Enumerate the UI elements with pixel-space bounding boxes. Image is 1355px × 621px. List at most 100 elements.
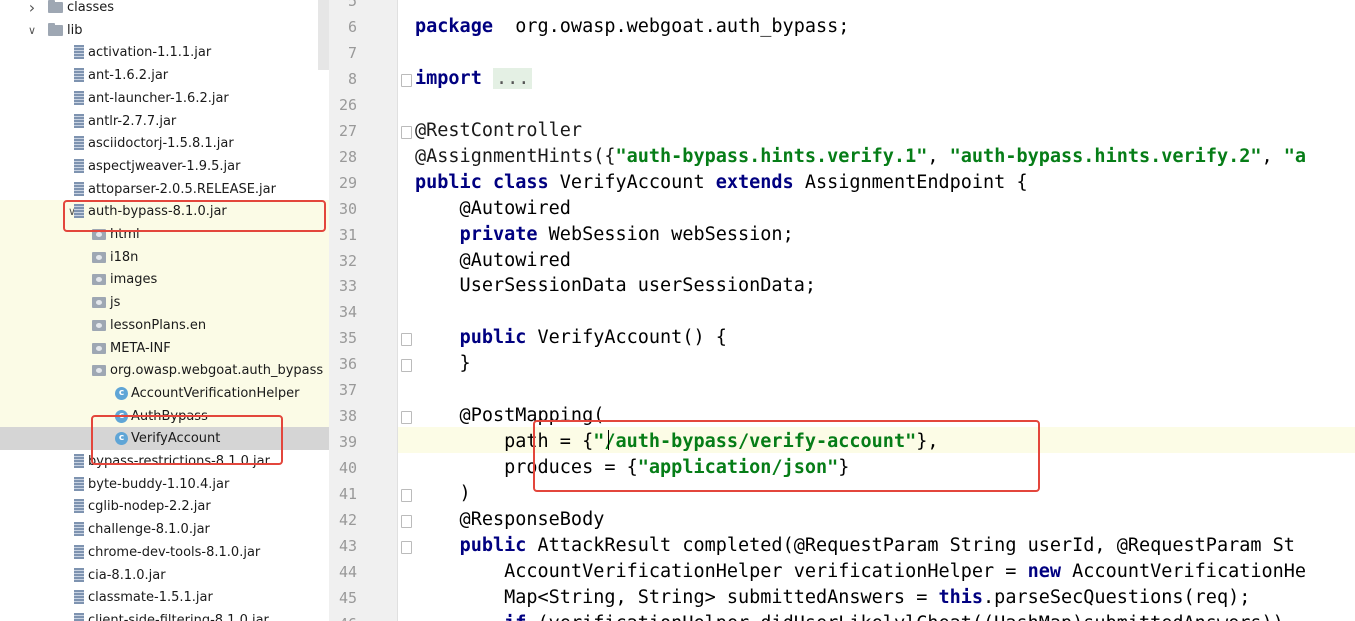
line-number: 40	[338, 459, 357, 478]
code-line[interactable]: public VerifyAccount() {	[415, 325, 727, 351]
code-token: @ResponseBody	[415, 509, 605, 530]
tree-item-label: challenge-8.1.0.jar	[88, 522, 210, 538]
tree-item[interactable]: ›js	[0, 291, 329, 315]
jar-icon	[74, 476, 84, 491]
highlight-box-path	[533, 420, 1040, 492]
line-number: 43	[338, 536, 357, 555]
fold-marker-icon[interactable]	[401, 125, 412, 139]
line-number: 7	[347, 43, 357, 62]
tree-item[interactable]: antlr-2.7.7.jar	[0, 110, 329, 133]
line-number: 39	[338, 433, 357, 452]
tree-item[interactable]: activation-1.1.1.jar	[0, 41, 329, 64]
code-token: }	[415, 353, 471, 375]
tree-item-label: js	[110, 295, 121, 311]
tree-item-label: byte-buddy-1.10.4.jar	[88, 476, 230, 492]
tree-item[interactable]: ∨ lib	[0, 19, 329, 42]
tree-item[interactable]: attoparser-2.0.5.RELEASE.jar	[0, 178, 329, 201]
tree-item-label: META-INF	[110, 340, 171, 356]
tree-item[interactable]: ∨org.owasp.webgoat.auth_bypass	[0, 359, 329, 383]
tree-item[interactable]: ›lessonPlans.en	[0, 313, 329, 337]
package-icon	[92, 274, 106, 286]
tree-item-label: chrome-dev-tools-8.1.0.jar	[88, 544, 261, 560]
code-line[interactable]: public AttackResult completed(@RequestPa…	[415, 533, 1295, 559]
tree-item[interactable]: c AccountVerificationHelper	[0, 381, 329, 405]
code-line[interactable]: import ...	[415, 66, 533, 92]
line-number: 42	[338, 511, 357, 529]
tree-item-label: lessonPlans.en	[110, 317, 207, 333]
code-line[interactable]: public class VerifyAccount extends Assig…	[415, 170, 1028, 196]
code-line[interactable]: @RestController	[415, 118, 582, 144]
fold-marker-icon[interactable]	[401, 359, 412, 373]
tree-item-label: classes	[67, 0, 115, 15]
tree-item[interactable]: ›i18n	[0, 245, 329, 269]
tree-item[interactable]: aspectjweaver-1.9.5.jar	[0, 155, 329, 178]
code-token: public class	[415, 171, 549, 193]
tree-scrollbar[interactable]	[318, 0, 329, 70]
line-number: 37	[338, 381, 357, 400]
code-token: @Autowired	[415, 197, 571, 219]
code-token: UserSessionData userSessionData;	[415, 275, 816, 297]
chevron-down-icon[interactable]: ∨	[26, 19, 38, 42]
code-line[interactable]: @Autowired	[415, 248, 571, 274]
code-token: this	[938, 586, 984, 608]
package-icon	[92, 319, 106, 331]
code-token: Map<String, String> submittedAnswers =	[415, 586, 939, 608]
code-line[interactable]: )	[415, 481, 471, 507]
code-token: VerifyAccount	[548, 171, 716, 193]
tree-item[interactable]: cglib-nodep-2.2.jar	[0, 495, 329, 518]
jar-icon	[74, 612, 84, 621]
fold-marker-icon[interactable]	[401, 540, 412, 554]
code-line[interactable]: @ResponseBody	[415, 507, 605, 533]
code-token: ...	[492, 67, 533, 89]
tree-item[interactable]: chrome-dev-tools-8.1.0.jar	[0, 541, 329, 564]
code-token: AttackResult completed(@RequestParam Str…	[526, 534, 1295, 556]
package-icon	[92, 297, 106, 309]
chevron-right-icon[interactable]: ›	[26, 0, 38, 19]
tree-item[interactable]: challenge-8.1.0.jar	[0, 518, 329, 541]
fold-marker-icon[interactable]	[401, 333, 412, 347]
code-line[interactable]: @Autowired	[415, 196, 571, 222]
tree-item-label: aspectjweaver-1.9.5.jar	[88, 158, 241, 174]
code-line[interactable]: }	[415, 351, 471, 377]
tree-item[interactable]: byte-buddy-1.10.4.jar	[0, 473, 329, 496]
package-icon	[92, 251, 106, 263]
fold-marker-icon[interactable]	[401, 489, 412, 503]
folder-icon	[48, 22, 63, 36]
line-number: 8	[347, 69, 357, 88]
code-token: package	[415, 15, 493, 37]
tree-item-label: ant-1.6.2.jar	[88, 68, 169, 84]
tree-item[interactable]: › classes	[0, 0, 329, 19]
fold-marker-icon[interactable]	[401, 73, 412, 87]
jar-icon	[74, 567, 84, 582]
code-line[interactable]: AccountVerificationHelper verificationHe…	[415, 559, 1306, 585]
code-token: public	[459, 327, 527, 349]
code-token: .parseSecQuestions(req);	[983, 586, 1251, 608]
line-number: 5	[347, 0, 357, 10]
code-line[interactable]: if (verificationHelper.didUserLikelylChe…	[415, 611, 1284, 621]
tree-item[interactable]: classmate-1.5.1.jar	[0, 586, 329, 609]
tree-item[interactable]: client-side-filtering-8.1.0.jar	[0, 609, 329, 621]
code-line[interactable]: Map<String, String> submittedAnswers = t…	[415, 585, 1250, 611]
code-line[interactable]: UserSessionData userSessionData;	[415, 273, 816, 299]
fold-marker-icon[interactable]	[401, 515, 412, 528]
jar-icon	[74, 181, 84, 196]
tree-item[interactable]: ›images	[0, 268, 329, 292]
fold-marker-icon[interactable]	[401, 411, 412, 425]
tree-item-label: org.owasp.webgoat.auth_bypass	[110, 363, 324, 379]
code-line[interactable]: @AssignmentHints({"auth-bypass.hints.ver…	[415, 144, 1306, 170]
jar-icon	[74, 113, 84, 128]
code-line[interactable]: package org.owasp.webgoat.auth_bypass;	[415, 14, 849, 40]
package-icon	[92, 365, 106, 377]
line-number: 26	[338, 95, 357, 114]
tree-item-label: attoparser-2.0.5.RELEASE.jar	[88, 181, 276, 197]
code-editor[interactable]: 5 6 7 8 26 27 28 29 30 31 32 33 34 35 36 37 38 39 40 41 42 43…	[329, 0, 1355, 621]
tree-item[interactable]: ant-1.6.2.jar	[0, 64, 329, 87]
tree-item[interactable]: asciidoctorj-1.5.8.1.jar	[0, 132, 329, 155]
tree-item[interactable]: ›META-INF	[0, 336, 329, 360]
tree-item[interactable]: ant-launcher-1.6.2.jar	[0, 87, 329, 110]
tree-item-label: antlr-2.7.7.jar	[88, 113, 177, 129]
code-line[interactable]: private WebSession webSession;	[415, 222, 794, 248]
tree-item[interactable]: cia-8.1.0.jar	[0, 564, 329, 587]
